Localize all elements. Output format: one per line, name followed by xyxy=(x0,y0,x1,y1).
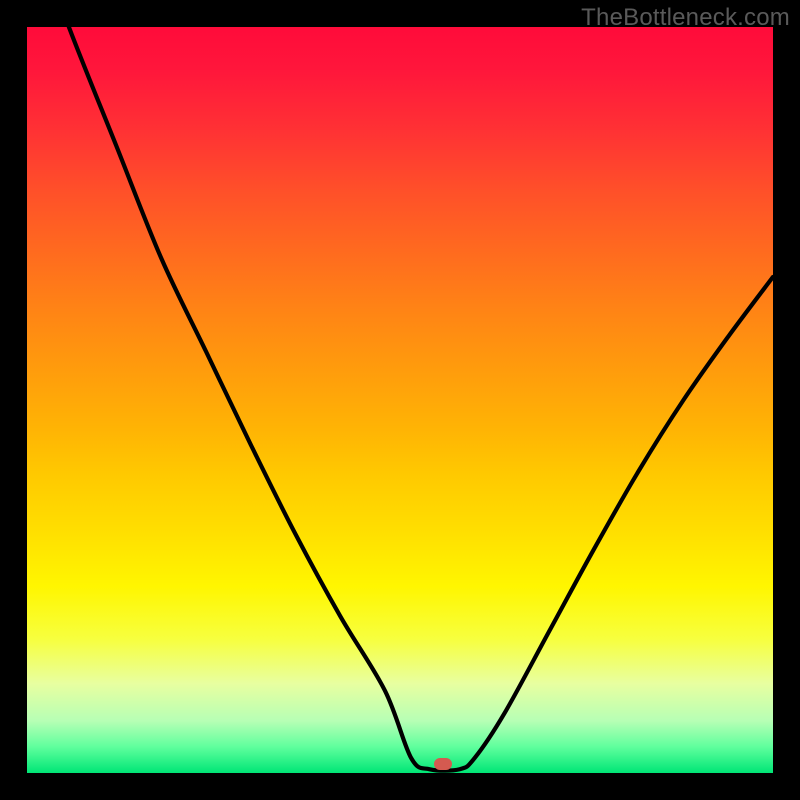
bottleneck-curve xyxy=(27,27,773,773)
optimal-point-marker xyxy=(434,758,452,770)
chart-frame: TheBottleneck.com xyxy=(0,0,800,800)
watermark-text: TheBottleneck.com xyxy=(581,4,790,32)
